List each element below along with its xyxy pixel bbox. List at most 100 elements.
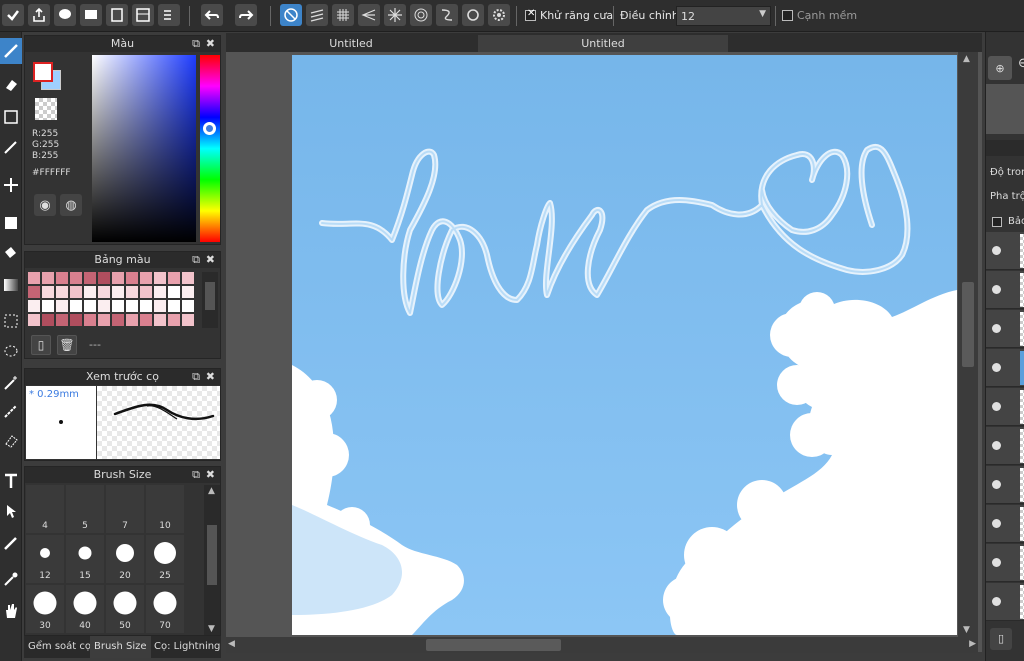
brush-size-cell[interactable]: 20 xyxy=(106,535,144,583)
close-icon[interactable]: ✖ xyxy=(206,252,215,268)
palette-swatch[interactable] xyxy=(154,272,166,284)
eye-icon[interactable] xyxy=(992,246,1001,255)
eraser-icon[interactable] xyxy=(0,72,22,98)
document-icon[interactable] xyxy=(106,4,128,26)
concentric-snap-icon[interactable] xyxy=(410,4,432,26)
brush-size-cell[interactable]: 50 xyxy=(106,585,144,633)
lasso-icon[interactable] xyxy=(0,338,22,364)
move-icon[interactable] xyxy=(0,172,22,198)
tab-brush-lightning[interactable]: Cọ: Lightning xyxy=(150,636,224,658)
grid-snap-icon[interactable] xyxy=(332,4,354,26)
canvas-vscroll-thumb[interactable] xyxy=(962,282,974,367)
palette-swatch[interactable] xyxy=(28,314,40,326)
message-icon[interactable] xyxy=(80,4,102,26)
fill-rect-icon[interactable] xyxy=(0,210,22,236)
palette-swatch[interactable] xyxy=(56,314,68,326)
palette-swatch[interactable] xyxy=(98,286,110,298)
checklist-icon[interactable] xyxy=(158,4,180,26)
palette-swatch[interactable] xyxy=(28,272,40,284)
detach-icon[interactable]: ⧉ xyxy=(192,36,200,52)
scroll-down-icon[interactable]: ▼ xyxy=(963,625,970,635)
scroll-right-icon[interactable]: ▶ xyxy=(969,639,976,649)
eye-icon[interactable] xyxy=(992,597,1001,606)
palette-swatch[interactable] xyxy=(182,314,194,326)
palette-swatch[interactable] xyxy=(42,286,54,298)
hue-slider[interactable] xyxy=(200,55,220,242)
close-icon[interactable]: ✖ xyxy=(206,369,215,385)
layer-row[interactable] xyxy=(986,466,1024,504)
layer-row[interactable] xyxy=(986,544,1024,582)
comment-icon[interactable] xyxy=(54,4,76,26)
zoom-out-icon[interactable]: ⊖ xyxy=(1018,56,1024,71)
palette-swatch[interactable] xyxy=(126,314,138,326)
hue-slider-knob[interactable] xyxy=(203,122,216,135)
bucket-icon[interactable] xyxy=(0,240,22,266)
antialias-checkbox[interactable] xyxy=(525,8,536,21)
palette-swatch[interactable] xyxy=(112,286,124,298)
palette-swatch[interactable] xyxy=(182,272,194,284)
layer-row[interactable] xyxy=(986,583,1024,621)
redo-icon[interactable] xyxy=(235,4,257,26)
palette-swatch[interactable] xyxy=(168,272,180,284)
hand-icon[interactable] xyxy=(0,598,22,624)
color-set-icon[interactable]: ◍ xyxy=(60,194,82,216)
text-icon[interactable] xyxy=(0,468,22,494)
brush-size-scroll-thumb[interactable] xyxy=(207,525,217,585)
gradient-icon[interactable] xyxy=(0,272,22,298)
snap-settings-icon[interactable] xyxy=(488,4,510,26)
trash-icon[interactable]: 🗑 xyxy=(57,335,77,355)
detach-icon[interactable]: ⧉ xyxy=(192,252,200,268)
layer-row[interactable] xyxy=(986,349,1024,387)
palette-swatch[interactable] xyxy=(70,314,82,326)
palette-swatch[interactable] xyxy=(56,300,68,312)
eye-icon[interactable] xyxy=(992,363,1001,372)
transparent-color-swatch[interactable] xyxy=(35,98,57,120)
palette-swatch[interactable] xyxy=(154,300,166,312)
eye-icon[interactable] xyxy=(992,324,1001,333)
palette-swatch[interactable] xyxy=(42,272,54,284)
palette-swatch[interactable] xyxy=(126,300,138,312)
scroll-down-icon[interactable]: ▼ xyxy=(208,624,215,634)
palette-picker-icon[interactable]: ◉ xyxy=(34,194,56,216)
palette-swatch[interactable] xyxy=(84,286,96,298)
palette-scroll-thumb[interactable] xyxy=(205,282,215,310)
palette-swatch[interactable] xyxy=(126,286,138,298)
palette-swatch[interactable] xyxy=(98,272,110,284)
eye-icon[interactable] xyxy=(992,558,1001,567)
brush-size-cell[interactable]: 70 xyxy=(146,585,184,633)
select-pen-icon[interactable] xyxy=(0,398,22,424)
palette-swatch[interactable] xyxy=(168,314,180,326)
palette-swatch[interactable] xyxy=(56,272,68,284)
layer-row[interactable] xyxy=(986,505,1024,543)
palette-swatch[interactable] xyxy=(84,314,96,326)
canvas-hscroll-thumb[interactable] xyxy=(426,639,561,651)
eye-icon[interactable] xyxy=(992,480,1001,489)
saturation-value-picker[interactable] xyxy=(92,55,196,242)
adjust-select[interactable]: 12 ▼ xyxy=(676,6,771,26)
canvas-horizontal-scrollbar[interactable]: ◀ ▶ xyxy=(226,637,978,653)
drawing-canvas[interactable] xyxy=(292,55,957,635)
palette-swatch[interactable] xyxy=(154,286,166,298)
select-rect-icon[interactable] xyxy=(0,308,22,334)
tab-document-1[interactable]: Untitled xyxy=(226,35,476,52)
layer-row[interactable] xyxy=(986,427,1024,465)
brush-size-scrollbar[interactable]: ▲ ▼ xyxy=(204,485,220,635)
foreground-color-swatch[interactable] xyxy=(33,62,53,82)
palette-swatch[interactable] xyxy=(98,300,110,312)
scroll-up-icon[interactable]: ▲ xyxy=(963,54,970,64)
eye-icon[interactable] xyxy=(992,402,1001,411)
undo-icon[interactable] xyxy=(201,4,223,26)
zoom-in-icon[interactable]: ⊕ xyxy=(988,56,1012,80)
circle-snap-icon[interactable] xyxy=(462,4,484,26)
tab-brush-control[interactable]: Gểm soát cọ xyxy=(24,636,95,658)
eye-icon[interactable] xyxy=(992,285,1001,294)
brush-size-cell[interactable]: 25 xyxy=(146,535,184,583)
detach-icon[interactable]: ⧉ xyxy=(192,467,200,483)
layer-row[interactable] xyxy=(986,310,1024,348)
new-palette-icon[interactable]: ▯ xyxy=(31,335,51,355)
layer-row[interactable] xyxy=(986,271,1024,309)
rect-icon[interactable] xyxy=(0,104,22,130)
palette-swatch[interactable] xyxy=(28,300,40,312)
palette-swatch[interactable] xyxy=(140,314,152,326)
palette-swatch[interactable] xyxy=(70,272,82,284)
